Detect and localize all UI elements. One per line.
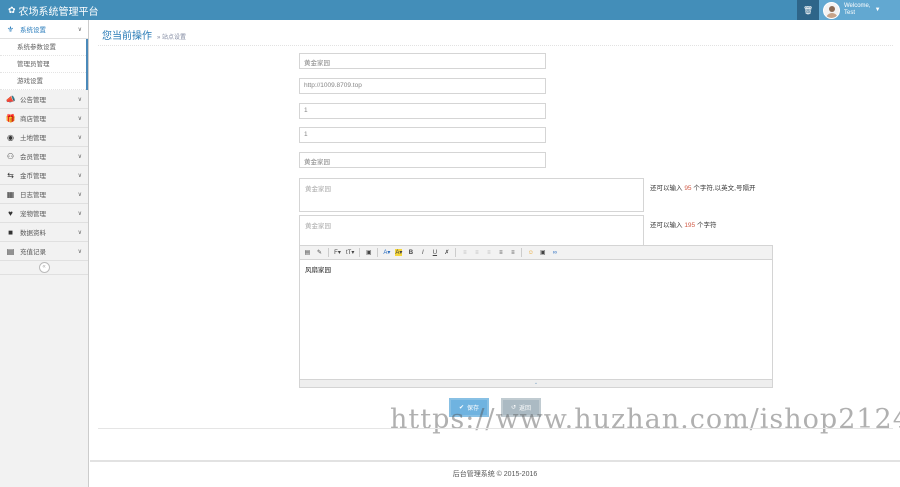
welcome-text: Welcome, (844, 3, 871, 9)
chevron-down-icon: ∨ (77, 26, 82, 33)
site-url-input[interactable]: http://1009.8709.top (299, 78, 546, 94)
editor-content[interactable]: 风扇家园 (300, 260, 772, 378)
sidebar-item-announcements[interactable]: 📣 公告管理 ∨ (0, 90, 88, 109)
sidebar-item-shop[interactable]: 🎁 商店管理 ∨ (0, 109, 88, 128)
submenu-item-admin[interactable]: 管理员管理 (0, 56, 86, 73)
user-menu[interactable]: Welcome, Test ▼ (819, 0, 900, 20)
sidebar: ⚜ 系统设置 ∨ 系统参数设置 管理员管理 游戏设置 📣 公告管理 ∨ 🎁 商店… (0, 20, 89, 487)
sms-account-input[interactable]: 1 (299, 103, 546, 119)
align-left-icon[interactable]: ≡ (461, 250, 468, 256)
caret-down-icon: ▼ (874, 7, 881, 13)
align-right-icon[interactable]: ≡ (485, 250, 492, 256)
seo-description-hint: 还可以输入 195 个字符 (650, 222, 717, 229)
chevron-down-icon: ∨ (77, 153, 82, 160)
chevron-down-icon: ∨ (77, 229, 82, 236)
sidebar-item-system-settings[interactable]: ⚜ 系统设置 ∨ (0, 20, 88, 39)
watermark: https://www.huzhan.com/ishop21248 (390, 404, 900, 435)
rich-text-editor: ▤ ✎ F▾ tT▾ ▣ A▾ A▾ B I U ✗ ≡ ≡ ≡ ≡ ≡ ☺ ▣… (299, 245, 773, 388)
sidebar-collapse-button[interactable]: « (38, 262, 50, 273)
italic-icon[interactable]: I (419, 250, 426, 256)
chevron-down-icon: ∨ (77, 96, 82, 103)
editor-toolbar: ▤ ✎ F▾ tT▾ ▣ A▾ A▾ B I U ✗ ≡ ≡ ≡ ≡ ≡ ☺ ▣… (300, 246, 772, 260)
sidebar-item-pets[interactable]: ♥ 宠物管理 ∨ (0, 204, 88, 223)
folder-icon: ■ (8, 227, 13, 237)
users-icon: ⚇ (6, 151, 15, 161)
calendar-icon: ▦ (6, 189, 15, 199)
heart-icon: ♥ (8, 208, 13, 218)
seo-keywords-hint: 还可以输入 95 个字符,以英文,号隔开 (650, 185, 756, 192)
font-size-icon[interactable]: tT▾ (346, 249, 354, 256)
editor-resize-handle[interactable]: ⌄ (300, 379, 772, 387)
app-title: 农场系统管理平台 (18, 7, 99, 18)
emoticon-icon[interactable]: ☺ (527, 250, 534, 256)
underline-icon[interactable]: U (431, 250, 438, 256)
chevron-down-icon: ∨ (77, 115, 82, 122)
footer: 后台管理系统 © 2015-2016 (90, 460, 900, 479)
dashboard-icon: ⚜ (6, 24, 15, 34)
sidebar-item-coins[interactable]: ⇆ 金币管理 ∨ (0, 166, 88, 185)
image-icon[interactable]: ▣ (539, 249, 546, 256)
username: Test (844, 10, 856, 16)
breadcrumb: 您当前操作 » 站点设置 (102, 27, 186, 42)
chevron-down-icon: ∨ (77, 134, 82, 141)
avatar (823, 1, 840, 19)
chevron-down-icon: ∨ (77, 191, 82, 198)
unordered-list-icon[interactable]: ≡ (509, 250, 516, 256)
globe-icon: ◉ (7, 132, 14, 142)
chevron-down-icon: ∨ (77, 210, 82, 217)
paste-icon[interactable]: ▣ (365, 249, 372, 256)
format-brush-icon[interactable]: ✎ (316, 249, 323, 256)
sidebar-item-members[interactable]: ⚇ 会员管理 ∨ (0, 147, 88, 166)
exchange-icon: ⇆ (7, 170, 14, 180)
bullhorn-icon: 📣 (5, 94, 16, 104)
bold-icon[interactable]: B (407, 250, 414, 256)
seo-title-input[interactable]: 黄金家园 (299, 152, 546, 168)
top-navbar: ✿ 农场系统管理平台 🗑 Welcome, Test ▼ (0, 0, 900, 20)
submenu-item-system-params[interactable]: 系统参数设置 (0, 39, 86, 56)
clear-format-icon[interactable]: ✗ (443, 249, 450, 256)
font-color-icon[interactable]: A▾ (383, 249, 390, 256)
seo-keywords-textarea[interactable]: 黄金家园 (299, 178, 644, 212)
gift-icon: 🎁 (5, 113, 16, 123)
font-family-icon[interactable]: F▾ (334, 249, 341, 256)
submenu: 系统参数设置 管理员管理 游戏设置 (0, 39, 88, 90)
sidebar-item-recharge[interactable]: ▤ 充值记录 ∨ (0, 242, 88, 261)
submenu-item-game-settings[interactable]: 游戏设置 (0, 73, 86, 90)
source-icon[interactable]: ▤ (304, 249, 311, 256)
highlight-icon[interactable]: A▾ (395, 249, 403, 256)
leaf-icon: ✿ (8, 5, 16, 15)
sidebar-item-logs[interactable]: ▦ 日志管理 ∨ (0, 185, 88, 204)
align-center-icon[interactable]: ≡ (473, 250, 480, 256)
sidebar-item-land[interactable]: ◉ 土地管理 ∨ (0, 128, 88, 147)
link-icon[interactable]: ∞ (551, 250, 558, 256)
trash-icon: 🗑 (802, 5, 814, 15)
chevron-down-icon: ∨ (77, 248, 82, 255)
sms-password-input[interactable]: 1 (299, 127, 546, 143)
site-name-input[interactable]: 黄金家园 (299, 53, 546, 69)
trash-button[interactable]: 🗑 (797, 0, 819, 20)
chevron-down-icon: ∨ (77, 172, 82, 179)
ordered-list-icon[interactable]: ≡ (497, 250, 504, 256)
breadcrumb-current: » 站点设置 (157, 35, 187, 41)
seo-description-textarea[interactable]: 黄金家园 (299, 215, 644, 249)
app-brand[interactable]: ✿ 农场系统管理平台 (8, 3, 99, 18)
sidebar-item-data[interactable]: ■ 数据资料 ∨ (0, 223, 88, 242)
list-icon: ▤ (6, 246, 15, 256)
page-title: 您当前操作 (102, 31, 152, 42)
main-content: 您当前操作 » 站点设置 站点名称 黄金家园 站点网址 http://1009.… (90, 20, 900, 487)
